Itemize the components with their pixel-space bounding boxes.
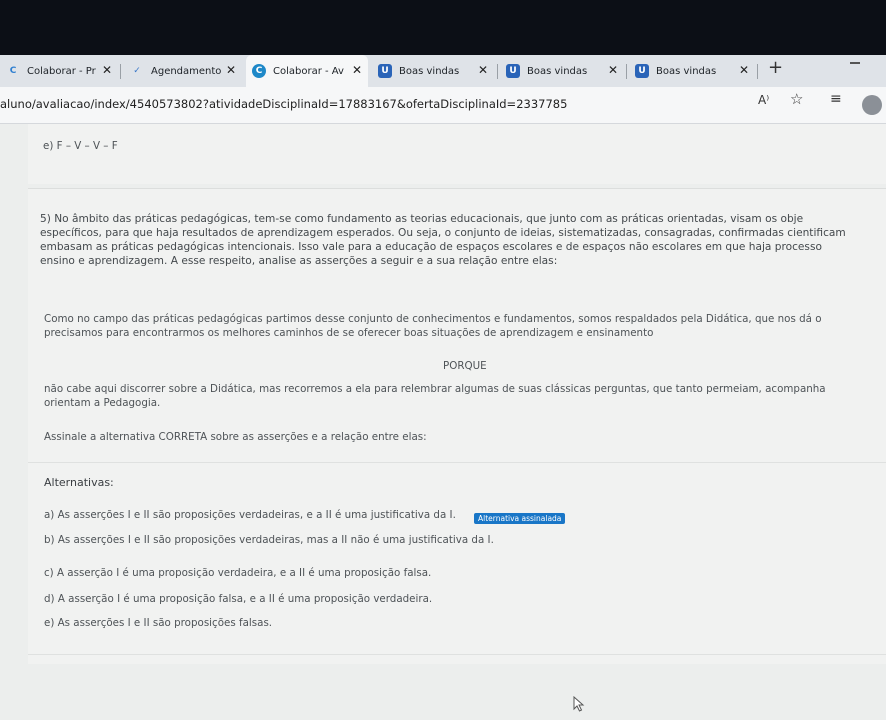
profile-avatar[interactable] (862, 95, 882, 115)
porque-label: PORQUE (443, 360, 487, 372)
page-content: e) F – V – V – F 5) No âmbito das prátic… (0, 124, 886, 720)
assertion-2-line: orientam a Pedagogia. (44, 397, 161, 409)
tab-separator (626, 64, 627, 79)
close-icon[interactable]: ✕ (226, 63, 236, 77)
new-tab-button[interactable]: + (768, 57, 783, 78)
selected-alternative-badge: Alternativa assinalada (474, 513, 566, 524)
alternative-b[interactable]: b) As asserções I e II são proposições v… (44, 533, 494, 547)
tab-separator (497, 64, 498, 79)
alternative-d[interactable]: d) A asserção I é uma proposição falsa, … (44, 592, 432, 606)
close-icon[interactable]: ✕ (739, 63, 749, 77)
assertion-1-line: Como no campo das práticas pedagógicas p… (44, 313, 822, 325)
previous-option-e[interactable]: e) F – V – V – F (43, 139, 118, 153)
tab-boas-vindas-3[interactable]: U Boas vindas ✕ (629, 55, 755, 87)
tab-colaborar-pr[interactable]: C Colaborar - Pr ✕ (0, 55, 118, 87)
u-favicon-icon: U (635, 64, 649, 78)
alternative-a[interactable]: a) As asserções I e II são proposições v… (44, 508, 456, 522)
instruction-text: Assinale a alternativa CORRETA sobre as … (44, 431, 427, 443)
assertion-2-line: não cabe aqui discorrer sobre a Didática… (44, 383, 826, 395)
question-text-line: embasam as práticas pedagógicas intencio… (40, 241, 822, 253)
screen-top-dark-area (0, 0, 886, 55)
question-text-line: 5) No âmbito das práticas pedagógicas, t… (40, 213, 804, 225)
alternatives-heading: Alternativas: (44, 476, 114, 489)
tab-agendamento[interactable]: ✓ Agendamento ✕ (124, 55, 242, 87)
agendamento-favicon-icon: ✓ (133, 66, 141, 76)
tab-colaborar-av[interactable]: C Colaborar - Av ✕ (246, 55, 368, 87)
url-text[interactable]: aluno/avaliacao/index/4540573802?ativida… (0, 97, 567, 111)
minimize-button[interactable] (850, 62, 860, 64)
tab-boas-vindas-2[interactable]: U Boas vindas ✕ (500, 55, 624, 87)
section-divider (28, 462, 886, 463)
alternative-c[interactable]: c) A asserção I é uma proposição verdade… (44, 566, 431, 580)
close-icon[interactable]: ✕ (478, 63, 488, 77)
question-text-line: específicos, para que haja resultados de… (40, 227, 846, 239)
previous-question-card (28, 124, 886, 184)
mouse-cursor-icon (573, 695, 585, 716)
close-icon[interactable]: ✕ (102, 63, 112, 77)
question-text-line: ensino e aprendizagem. A esse respeito, … (40, 255, 558, 267)
favorite-star-icon[interactable]: ☆ (790, 90, 803, 108)
tab-separator (120, 64, 121, 79)
u-favicon-icon: U (378, 64, 392, 78)
favorites-list-icon[interactable]: ≡ (830, 91, 842, 107)
browser-tab-strip: C Colaborar - Pr ✕ ✓ Agendamento ✕ C Col… (0, 55, 886, 87)
address-bar[interactable]: aluno/avaliacao/index/4540573802?ativida… (0, 87, 886, 124)
close-icon[interactable]: ✕ (352, 63, 362, 77)
close-icon[interactable]: ✕ (608, 63, 618, 77)
colaborar-favicon-icon: C (9, 66, 17, 76)
u-favicon-icon: U (506, 64, 520, 78)
tab-boas-vindas-1[interactable]: U Boas vindas ✕ (372, 55, 494, 87)
tab-separator (757, 64, 758, 79)
read-aloud-icon[interactable]: A⁾ (758, 93, 769, 107)
alternative-e[interactable]: e) As asserções I e II são proposições f… (44, 616, 272, 630)
colaborar-favicon-icon: C (252, 64, 266, 78)
section-divider (28, 654, 886, 655)
assertion-1-line: precisamos para encontrarmos os melhores… (44, 327, 654, 339)
